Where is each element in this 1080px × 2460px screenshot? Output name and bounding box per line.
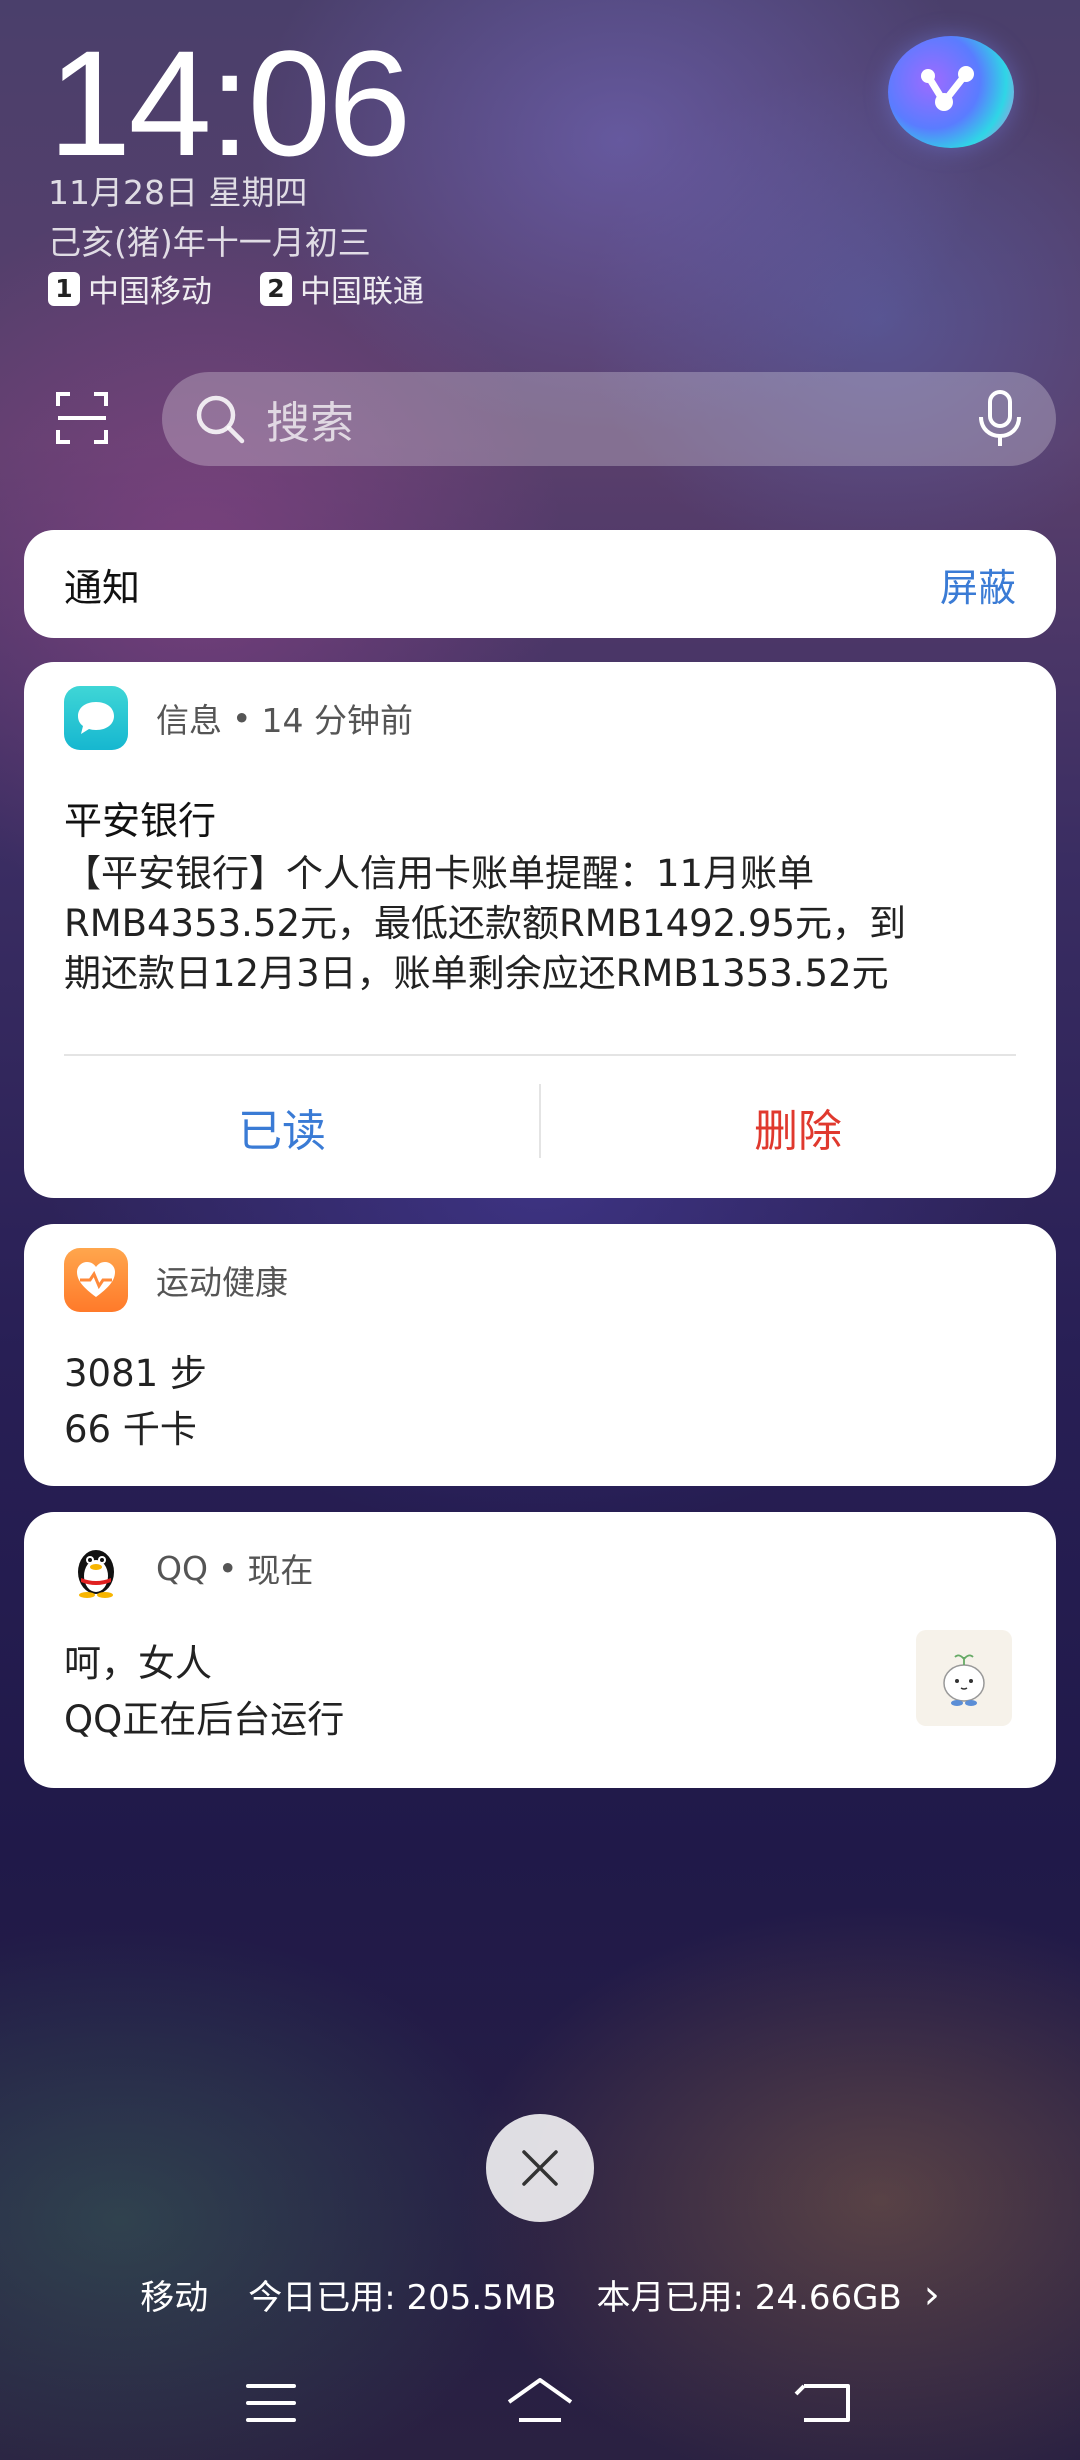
separator-dot: • [217, 1548, 238, 1588]
qq-title: 呵，女人 [64, 1642, 212, 1685]
sim-2-carrier: 中国联通 [300, 274, 424, 310]
messages-app-icon [64, 686, 128, 750]
qq-text: QQ正在后台运行 [64, 1698, 345, 1741]
health-app-name: 运动健康 [156, 1263, 288, 1302]
close-icon [522, 2150, 558, 2186]
health-app-row: 运动健康 [64, 1248, 1016, 1312]
sms-body: 【平安银行】个人信用卡账单提醒：11月账单 RMB4353.52元，最低还款额R… [64, 849, 1016, 999]
delete-button[interactable]: 删除 [540, 1056, 1056, 1198]
scan-icon[interactable] [54, 390, 110, 446]
qq-app-icon [64, 1536, 128, 1600]
qq-app-name: QQ [156, 1548, 208, 1588]
data-usage-bar[interactable]: 移动 今日已用: 205.5MB 本月已用: 24.66GB › [0, 2270, 1080, 2319]
search-bar[interactable]: 搜索 [162, 372, 1056, 466]
sim-1: 1 中国移动 [48, 266, 212, 311]
sms-actions: 已读 删除 [24, 1056, 1056, 1198]
chevron-right-icon: › [923, 2271, 940, 2318]
notifications-header: 通知 屏蔽 [24, 530, 1056, 638]
notifications-title: 通知 [64, 565, 141, 610]
sms-body-line: 【平安银行】个人信用卡账单提醒：11月账单 [64, 852, 815, 895]
search-icon [196, 395, 245, 444]
search-placeholder: 搜索 [266, 398, 354, 449]
clear-all-button[interactable] [486, 2114, 594, 2222]
sms-app-row: 信息 • 14 分钟前 [64, 686, 1016, 750]
sim-carriers: 1 中国移动 2 中国联通 [48, 266, 424, 311]
navigation-bar [0, 2368, 1080, 2448]
mic-icon[interactable] [974, 389, 1026, 449]
calories-count: 66 千卡 [64, 1408, 197, 1451]
data-month: 本月已用: 24.66GB [596, 2278, 902, 2318]
qq-notification-card[interactable]: QQ • 现在 呵，女人 QQ正在后台运行 [24, 1512, 1056, 1788]
sim-1-badge: 1 [48, 271, 80, 306]
lunar-date-text: 己亥(猪)年十一月初三 [48, 223, 371, 262]
block-notifications-button[interactable]: 屏蔽 [940, 557, 1016, 612]
home-icon[interactable] [505, 2368, 575, 2438]
assistant-logo-icon[interactable] [888, 36, 1014, 148]
qq-app-row: QQ • 现在 [64, 1538, 1016, 1598]
action-separator [539, 1084, 541, 1158]
health-notification-card[interactable]: 运动健康 3081 步 66 千卡 [24, 1224, 1056, 1486]
date-text: 11月28日 星期四 [48, 173, 308, 212]
clock-time[interactable]: 14:06 [48, 28, 411, 178]
sms-notification-card[interactable]: 信息 • 14 分钟前 平安银行 【平安银行】个人信用卡账单提醒：11月账单 R… [24, 662, 1056, 1198]
menu-icon[interactable] [236, 2368, 306, 2438]
sms-app-name: 信息 [156, 701, 222, 740]
qq-sticker-thumbnail [916, 1630, 1012, 1726]
sms-body-line: RMB4353.52元，最低还款额RMB1492.95元，到 [64, 902, 907, 945]
steps-count: 3081 步 [64, 1352, 207, 1395]
sim-1-carrier: 中国移动 [88, 274, 212, 310]
data-today: 今日已用: 205.5MB [248, 2278, 557, 2318]
mark-read-button[interactable]: 已读 [24, 1056, 540, 1198]
sms-sender: 平安银行 [64, 799, 217, 843]
data-carrier: 移动 [140, 2278, 209, 2318]
back-icon[interactable] [790, 2368, 860, 2438]
separator-dot: • [232, 698, 252, 738]
sms-time: 14 分钟前 [261, 701, 413, 740]
sms-body-line: 期还款日12月3日，账单剩余应还RMB1353.52元 [64, 952, 889, 995]
sim-2: 2 中国联通 [260, 266, 424, 311]
qq-time: 现在 [247, 1551, 314, 1590]
health-app-icon [64, 1248, 128, 1312]
sim-2-badge: 2 [260, 271, 292, 306]
